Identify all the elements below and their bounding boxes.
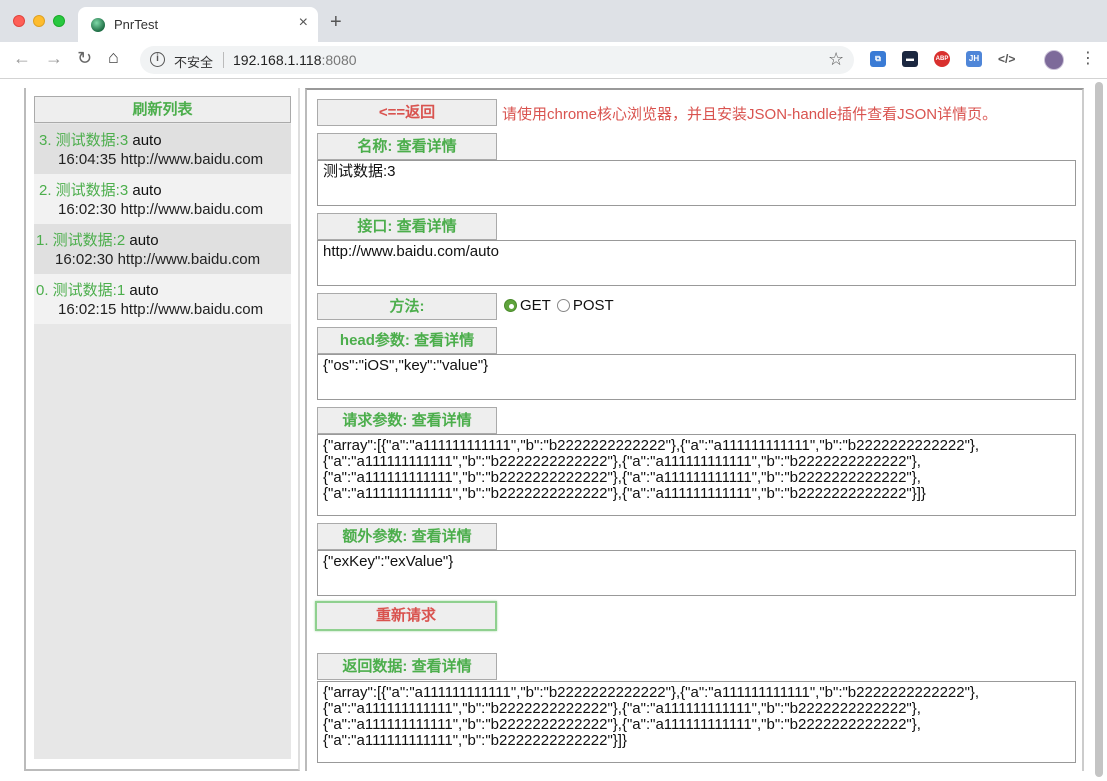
- list-item-time: 16:02:30: [58, 201, 117, 218]
- list-item-line1: 2. 测试数据:3 auto: [39, 179, 162, 200]
- get-radio-label[interactable]: GET: [520, 297, 551, 314]
- resend-request-button[interactable]: 重新请求: [315, 601, 497, 631]
- post-radio[interactable]: [556, 299, 570, 312]
- list-item-time: 16:02:30: [55, 251, 114, 268]
- extra-params-field[interactable]: {"exKey":"exValue"}: [317, 550, 1076, 596]
- list-item-url: http://www.baidu.com: [120, 151, 264, 168]
- extra-params-label[interactable]: 额外参数: 查看详情: [317, 523, 497, 550]
- url-port: :8080: [321, 52, 357, 68]
- list-item-time: 16:04:35: [58, 151, 117, 168]
- head-params-label[interactable]: head参数: 查看详情: [317, 327, 497, 354]
- browser-tab-bar: PnrTest × +: [0, 0, 1107, 42]
- method-label: 方法:: [317, 293, 497, 320]
- json-handle-extension-icon[interactable]: JH: [966, 51, 982, 67]
- list-item[interactable]: 0. 测试数据:1 auto 16:02:15 http://www.baidu…: [34, 274, 291, 324]
- url-host: 192.168.1.118: [233, 52, 322, 68]
- back-arrow-icon[interactable]: ←: [13, 48, 31, 69]
- extension-window-icon[interactable]: ⧉: [870, 51, 886, 67]
- url-text[interactable]: 192.168.1.118:8080: [233, 52, 357, 68]
- menu-dots-icon[interactable]: ⋮: [1080, 48, 1096, 68]
- minimize-window-button[interactable]: [33, 15, 45, 27]
- api-label[interactable]: 接口: 查看详情: [317, 213, 497, 240]
- list-item-line1: 3. 测试数据:3 auto: [39, 129, 162, 150]
- browser-tab[interactable]: PnrTest ×: [78, 7, 318, 42]
- profile-avatar[interactable]: [1044, 50, 1064, 70]
- list-item[interactable]: 2. 测试数据:3 auto 16:02:30 http://www.baidu…: [34, 174, 291, 224]
- head-params-field[interactable]: {"os":"iOS","key":"value"}: [317, 354, 1076, 400]
- insecure-label: 不安全: [174, 55, 214, 70]
- list-item-line1: 1. 测试数据:2 auto: [36, 229, 159, 250]
- list-item-title: 0. 测试数据:1: [36, 282, 126, 299]
- detail-panel: <==返回 请使用chrome核心浏览器，并且安装JSON-handle插件查看…: [305, 88, 1084, 771]
- address-bar[interactable]: i 不安全 192.168.1.118:8080 ☆: [140, 46, 854, 74]
- refresh-list-button[interactable]: 刷新列表: [34, 96, 291, 123]
- get-radio[interactable]: [504, 299, 517, 312]
- favicon-icon: [91, 18, 105, 32]
- request-list-panel: 刷新列表 3. 测试数据:3 auto 16:04:35 http://www.…: [24, 88, 300, 771]
- list-item-url: http://www.baidu.com: [120, 301, 264, 318]
- code-extension-icon[interactable]: </>: [998, 51, 1015, 67]
- tab-close-icon[interactable]: ×: [299, 14, 308, 32]
- list-item-title: 1. 测试数据:2: [36, 232, 126, 249]
- method-radio-group: GET POST: [504, 297, 620, 314]
- extension-flag-icon[interactable]: ▬: [902, 51, 918, 67]
- list-item-line2: 16:02:30 http://www.baidu.com: [55, 251, 260, 268]
- omnibox-divider: [223, 52, 224, 68]
- list-item-url: http://www.baidu.com: [120, 201, 264, 218]
- list-item[interactable]: 3. 测试数据:3 auto 16:04:35 http://www.baidu…: [34, 124, 291, 174]
- browser-toolbar: ← → ↻ ⌂ i 不安全 192.168.1.118:8080 ☆ ⧉ ▬ A…: [0, 42, 1107, 79]
- list-item-line2: 16:02:30 http://www.baidu.com: [58, 201, 263, 218]
- list-item[interactable]: 1. 测试数据:2 auto 16:02:30 http://www.baidu…: [34, 224, 291, 274]
- list-item-line2: 16:02:15 http://www.baidu.com: [58, 301, 263, 318]
- list-item-method: auto: [129, 282, 159, 299]
- back-button[interactable]: <==返回: [317, 99, 497, 126]
- request-list: 刷新列表 3. 测试数据:3 auto 16:04:35 http://www.…: [34, 96, 291, 759]
- request-params-field[interactable]: {"array":[{"a":"a111111111111","b":"b222…: [317, 434, 1076, 516]
- adblock-extension-icon[interactable]: ABP: [934, 51, 950, 67]
- page-content: 刷新列表 3. 测试数据:3 auto 16:04:35 http://www.…: [0, 80, 1107, 781]
- home-icon[interactable]: ⌂: [108, 47, 119, 68]
- list-item-time: 16:02:15: [58, 301, 117, 318]
- tab-title: PnrTest: [114, 17, 159, 32]
- name-label[interactable]: 名称: 查看详情: [317, 133, 497, 160]
- list-item-title: 2. 测试数据:3: [39, 182, 129, 199]
- list-item-method: auto: [132, 182, 162, 199]
- list-item-line1: 0. 测试数据:1 auto: [36, 279, 159, 300]
- page-scrollbar[interactable]: [1095, 82, 1103, 777]
- list-item-method: auto: [132, 132, 162, 149]
- list-item-method: auto: [129, 232, 159, 249]
- response-data-label[interactable]: 返回数据: 查看详情: [317, 653, 497, 680]
- api-field[interactable]: http://www.baidu.com/auto: [317, 240, 1076, 286]
- list-item-url: http://www.baidu.com: [117, 251, 261, 268]
- post-radio-label[interactable]: POST: [573, 297, 614, 314]
- list-item-line2: 16:04:35 http://www.baidu.com: [58, 151, 263, 168]
- bookmark-star-icon[interactable]: ☆: [828, 49, 844, 70]
- response-data-field[interactable]: {"array":[{"a":"a111111111111","b":"b222…: [317, 681, 1076, 763]
- maximize-window-button[interactable]: [53, 15, 65, 27]
- browser-notice: 请使用chrome核心浏览器，并且安装JSON-handle插件查看JSON详情…: [502, 106, 998, 123]
- close-window-button[interactable]: [13, 15, 25, 27]
- new-tab-button[interactable]: +: [330, 11, 342, 34]
- reload-icon[interactable]: ↻: [77, 48, 92, 69]
- list-item-title: 3. 测试数据:3: [39, 132, 129, 149]
- info-icon[interactable]: i: [150, 52, 165, 67]
- name-field[interactable]: 测试数据:3: [317, 160, 1076, 206]
- forward-arrow-icon[interactable]: →: [45, 48, 63, 69]
- request-params-label[interactable]: 请求参数: 查看详情: [317, 407, 497, 434]
